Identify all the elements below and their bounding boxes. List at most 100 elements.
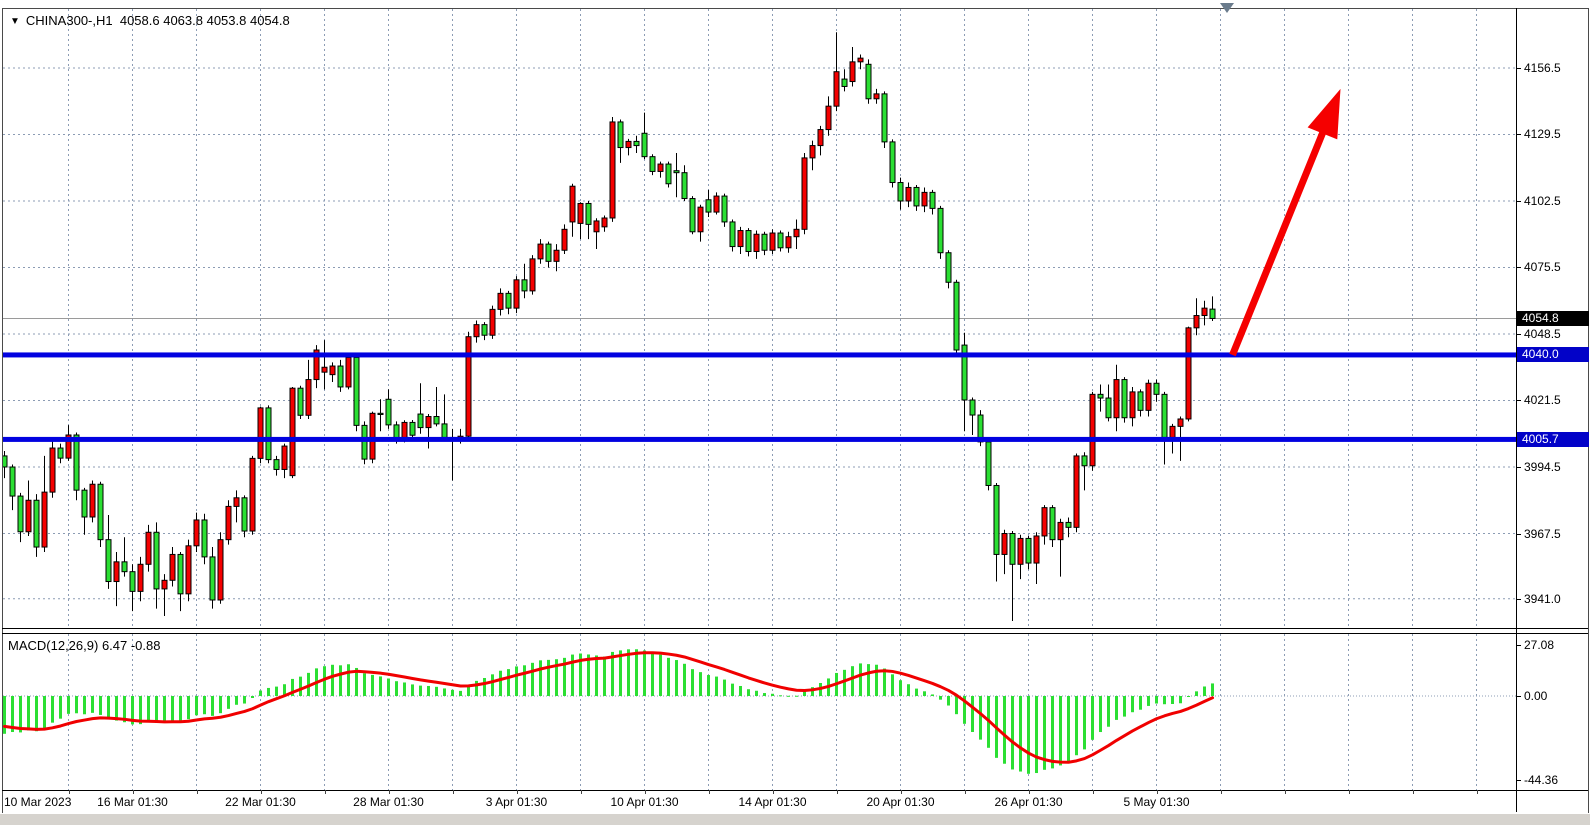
- window-chrome-strip: [0, 813, 1590, 825]
- macd-tick-label: 0.00: [1524, 689, 1547, 703]
- macd-histogram-bar: [1155, 696, 1158, 704]
- current-price-tag: 4054.8: [1517, 311, 1589, 326]
- candle: [922, 192, 927, 206]
- candle: [826, 106, 831, 129]
- candle: [250, 458, 255, 531]
- trend-arrow-head[interactable]: [1308, 89, 1341, 139]
- candle: [1130, 392, 1135, 418]
- macd-histogram-bar: [699, 672, 702, 696]
- macd-histogram-bar: [1179, 696, 1182, 703]
- macd-histogram-bar: [219, 696, 222, 713]
- candle: [1010, 534, 1015, 565]
- macd-histogram-bar: [539, 660, 542, 696]
- candle: [610, 122, 615, 218]
- macd-contents: [3, 634, 1516, 790]
- line-price-tag-4040: 4040.0: [1517, 347, 1589, 362]
- mt4-chart-window: ▼CHINA300-,H1 4058.6 4063.8 4053.8 4054.…: [0, 0, 1590, 825]
- macd-histogram-bar: [755, 691, 758, 696]
- price-tick-label: 4021.5: [1524, 393, 1561, 407]
- candle: [714, 196, 719, 212]
- candle: [1050, 508, 1055, 540]
- axis-tick: [1516, 467, 1521, 468]
- candle: [482, 325, 487, 336]
- macd-histogram-bar: [1131, 696, 1134, 712]
- candle: [1138, 392, 1143, 410]
- candle: [50, 448, 55, 492]
- shift-marker-icon[interactable]: [1220, 3, 1234, 13]
- candle: [954, 282, 959, 350]
- macd-histogram-bar: [267, 688, 270, 696]
- candle: [1170, 426, 1175, 437]
- macd-histogram-bar: [675, 660, 678, 696]
- candle: [938, 208, 943, 252]
- candle: [802, 158, 807, 229]
- candle: [290, 388, 295, 475]
- candle: [594, 221, 599, 232]
- main-chart-panel[interactable]: [3, 9, 1516, 628]
- horizontal-support-line[interactable]: [3, 352, 1516, 357]
- candle: [762, 234, 767, 250]
- candle: [90, 484, 95, 517]
- time-axis-tick: [581, 790, 582, 794]
- candle: [394, 425, 399, 439]
- macd-histogram-bar: [275, 687, 278, 696]
- macd-histogram-bar: [883, 669, 886, 696]
- candle: [738, 231, 743, 247]
- macd-histogram-bar: [1027, 696, 1030, 774]
- time-axis-label: 14 Apr 01:30: [738, 795, 806, 809]
- candle: [794, 229, 799, 236]
- macd-histogram-bar: [1139, 696, 1142, 710]
- macd-histogram-bar: [683, 664, 686, 696]
- macd-histogram-bar: [91, 696, 94, 713]
- candle: [298, 388, 303, 415]
- candle: [490, 309, 495, 335]
- candle: [26, 500, 31, 532]
- panel-separator-top[interactable]: [2, 628, 1588, 629]
- macd-histogram-bar: [1083, 696, 1086, 749]
- macd-histogram-bar: [899, 680, 902, 696]
- macd-histogram-bar: [403, 682, 406, 696]
- candle: [34, 500, 39, 547]
- macd-histogram-bar: [419, 686, 422, 696]
- price-axis-border: [1516, 8, 1517, 812]
- macd-histogram-bar: [627, 649, 630, 696]
- candle: [146, 532, 151, 564]
- macd-histogram-bar: [931, 694, 934, 696]
- candle: [666, 164, 671, 184]
- candle: [3, 456, 7, 467]
- time-axis-tick: [645, 790, 646, 794]
- candle: [1146, 383, 1151, 410]
- macd-histogram-bar: [475, 681, 478, 696]
- candle: [722, 196, 727, 222]
- macd-histogram-bar: [907, 684, 910, 696]
- macd-histogram-bar: [499, 671, 502, 696]
- candle: [1058, 522, 1063, 539]
- candle: [18, 496, 23, 532]
- macd-histogram-bar: [1035, 696, 1038, 773]
- axis-tick: [1516, 201, 1521, 202]
- time-axis-tick: [1093, 790, 1094, 794]
- candle: [346, 357, 351, 387]
- candle: [434, 417, 439, 424]
- panel-separator-bottom[interactable]: [2, 633, 1588, 634]
- axis-tick: [1516, 645, 1521, 646]
- candle: [234, 498, 239, 507]
- collapse-triangle-icon[interactable]: ▼: [10, 16, 20, 27]
- macd-histogram-bar: [347, 664, 350, 696]
- time-axis-tick: [1157, 790, 1158, 794]
- horizontal-support-line[interactable]: [3, 437, 1516, 442]
- candle: [114, 562, 119, 582]
- axis-tick: [1516, 534, 1521, 535]
- candle: [810, 146, 815, 158]
- macd-histogram-bar: [203, 696, 206, 714]
- candle: [1074, 456, 1079, 527]
- macd-histogram-bar: [1075, 696, 1078, 755]
- symbol-label: CHINA300-,H1: [26, 13, 113, 28]
- macd-histogram-bar: [803, 691, 806, 696]
- macd-histogram-bar: [747, 689, 750, 696]
- trend-arrow-shaft[interactable]: [1233, 128, 1325, 355]
- candle: [890, 142, 895, 183]
- macd-histogram-bar: [635, 649, 638, 696]
- macd-panel[interactable]: [3, 634, 1516, 790]
- macd-histogram-bar: [1171, 696, 1174, 704]
